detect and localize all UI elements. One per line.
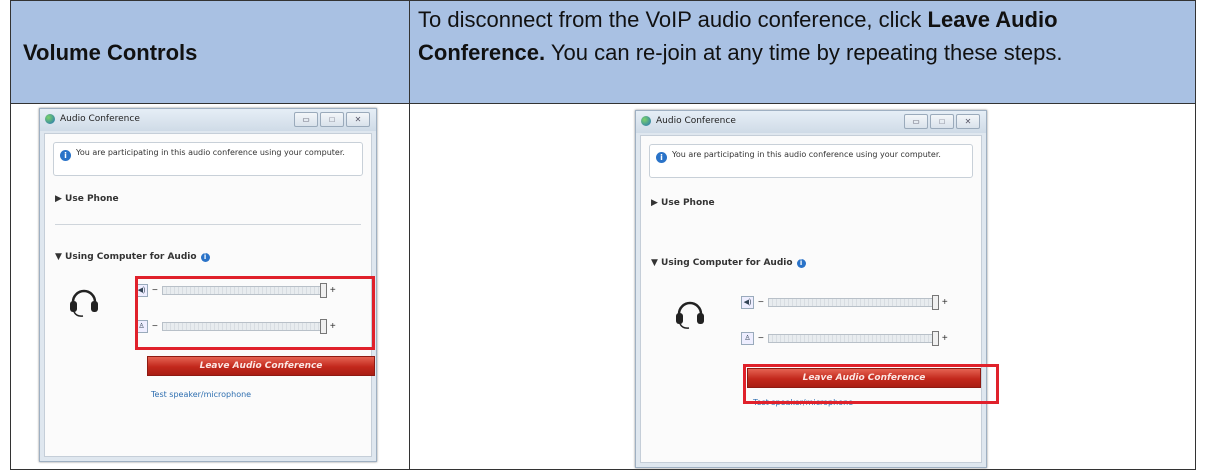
- instruction-pre: To disconnect from the VoIP audio confer…: [418, 7, 928, 32]
- instruction-post: You can re-join at any time by repeating…: [545, 40, 1063, 65]
- header-left-cell: Volume Controls: [10, 0, 410, 104]
- speaker-icon: ◀): [741, 295, 754, 309]
- headset-icon: [676, 301, 704, 329]
- info-text: You are participating in this audio conf…: [672, 150, 941, 159]
- speaker-slider-thumb[interactable]: [931, 294, 939, 310]
- screenshot-cell-left: Audio Conference ▭ □ ✕ i You are partici…: [10, 103, 410, 470]
- mic-volume-slider[interactable]: [767, 330, 939, 346]
- speaker-volume-slider[interactable]: [767, 294, 939, 310]
- test-speaker-microphone-link[interactable]: Test speaker/microphone: [151, 390, 251, 399]
- speaker-minus[interactable]: −: [758, 297, 764, 308]
- window-body: i You are participating in this audio co…: [640, 135, 982, 463]
- mic-minus[interactable]: −: [758, 333, 764, 344]
- info-banner: i You are participating in this audio co…: [53, 142, 363, 176]
- minimize-icon[interactable]: ▭: [904, 114, 928, 129]
- maximize-icon[interactable]: □: [930, 114, 954, 129]
- close-icon[interactable]: ✕: [956, 114, 980, 129]
- use-phone-toggle[interactable]: ▶ Use Phone: [55, 194, 119, 204]
- info-banner: i You are participating in this audio co…: [649, 144, 973, 178]
- window-titlebar: Audio Conference ▭ □ ✕: [40, 109, 376, 131]
- info-text: You are participating in this audio conf…: [76, 148, 345, 157]
- app-logo-icon: [45, 114, 55, 124]
- speaker-volume-row: ◀) − +: [741, 294, 948, 310]
- header-right-cell: To disconnect from the VoIP audio confer…: [409, 0, 1196, 104]
- instruction-text: To disconnect from the VoIP audio confer…: [410, 1, 1195, 69]
- microphone-icon: ♙: [741, 331, 754, 345]
- leave-audio-conference-button[interactable]: Leave Audio Conference: [147, 356, 375, 376]
- volume-controls-highlight: [135, 276, 375, 350]
- info-icon: i: [656, 152, 667, 163]
- headset-icon: [70, 289, 98, 317]
- instruction-table: Volume Controls To disconnect from the V…: [10, 0, 1196, 470]
- using-computer-label: ▼ Using Computer for Audio: [55, 252, 197, 262]
- window-title: Audio Conference: [656, 116, 736, 126]
- leave-button-highlight: [743, 364, 999, 404]
- volume-controls-title: Volume Controls: [23, 40, 198, 65]
- mic-slider-thumb[interactable]: [931, 330, 939, 346]
- help-icon[interactable]: i: [200, 253, 210, 262]
- window-title: Audio Conference: [60, 114, 140, 124]
- screenshot-cell-right: Audio Conference ▭ □ ✕ i You are partici…: [409, 103, 1196, 470]
- using-computer-label: ▼ Using Computer for Audio: [651, 258, 793, 268]
- help-icon[interactable]: i: [796, 259, 806, 268]
- maximize-icon[interactable]: □: [320, 112, 344, 127]
- mic-plus[interactable]: +: [942, 333, 948, 344]
- divider: [55, 224, 361, 225]
- info-icon: i: [60, 150, 71, 161]
- audio-conference-window-right: Audio Conference ▭ □ ✕ i You are partici…: [635, 110, 987, 468]
- close-icon[interactable]: ✕: [346, 112, 370, 127]
- mic-volume-row: ♙ − +: [741, 330, 948, 346]
- using-computer-toggle[interactable]: ▼ Using Computer for Audio i: [651, 258, 806, 268]
- use-phone-toggle[interactable]: ▶ Use Phone: [651, 198, 715, 208]
- window-titlebar: Audio Conference ▭ □ ✕: [636, 111, 986, 133]
- app-logo-icon: [641, 116, 651, 126]
- using-computer-toggle[interactable]: ▼ Using Computer for Audio i: [55, 252, 210, 262]
- minimize-icon[interactable]: ▭: [294, 112, 318, 127]
- speaker-plus[interactable]: +: [942, 297, 948, 308]
